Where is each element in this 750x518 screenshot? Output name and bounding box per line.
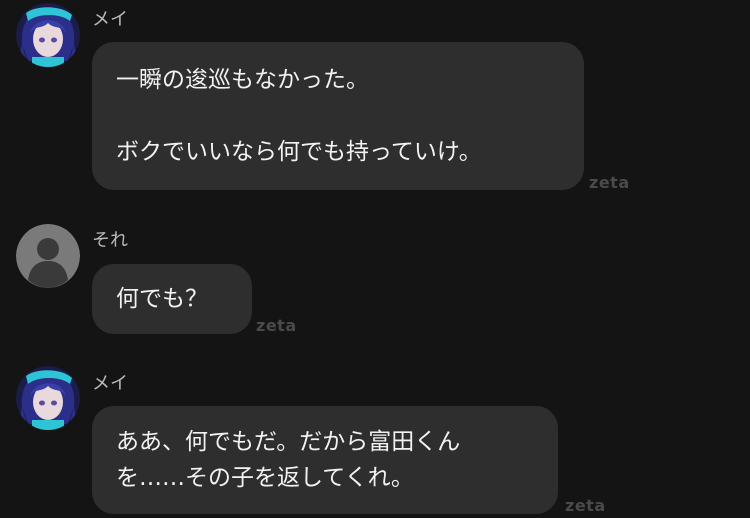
user-avatar[interactable] <box>16 224 80 288</box>
character-avatar[interactable] <box>16 3 80 67</box>
character-avatar[interactable] <box>16 366 80 430</box>
anime-character-icon <box>16 366 80 430</box>
zeta-watermark: zeta <box>589 173 630 192</box>
sender-name: メイ <box>92 373 128 394</box>
anime-character-icon <box>16 3 80 67</box>
default-user-icon <box>16 224 80 288</box>
message-bubble: ああ、何でもだ。だから富田くん を……その子を返してくれ。 <box>92 406 558 514</box>
sender-name: それ <box>92 230 128 251</box>
message-bubble: 何でも？ <box>92 264 252 334</box>
zeta-watermark: zeta <box>565 496 606 515</box>
message-bubble: 一瞬の逡巡もなかった。 ボクでいいなら何でも持っていけ。 <box>92 42 584 190</box>
sender-name: メイ <box>92 9 128 30</box>
zeta-watermark: zeta <box>256 316 297 335</box>
